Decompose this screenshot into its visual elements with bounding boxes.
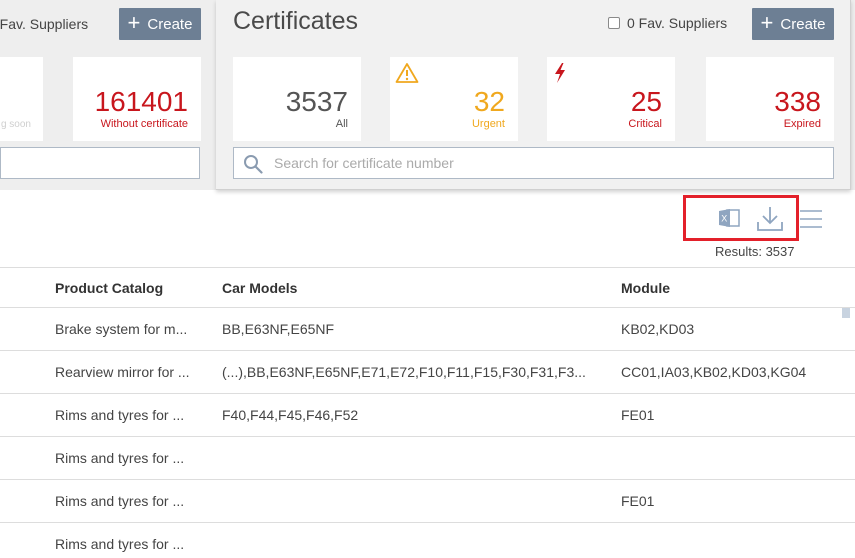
table-row[interactable]: Brake system for m... BB,E63NF,E65NF KB0… — [0, 307, 855, 350]
cell-product: Brake system for m... — [55, 321, 188, 337]
table-row[interactable]: Rims and tyres for ... — [0, 522, 855, 558]
create-certificate-button[interactable]: + Create — [752, 8, 834, 40]
table-row[interactable]: Rearview mirror for ... (...),BB,E63NF,E… — [0, 350, 855, 393]
stat-card-expiring[interactable]: g soon — [0, 57, 43, 141]
plus-icon: + — [127, 10, 141, 35]
stat-label: Critical — [628, 118, 662, 130]
stat-card-urgent[interactable]: 32 Urgent — [390, 57, 518, 141]
cell-module — [621, 437, 841, 479]
results-count: Results: 3537 — [715, 244, 795, 259]
cell-product: Rims and tyres for ... — [55, 493, 185, 509]
cell-module: CC01,IA03,KB02,KD03,KG04 — [621, 364, 807, 380]
stat-label: All — [335, 118, 348, 130]
supplier-search-input[interactable] — [0, 147, 200, 179]
stat-card-expired[interactable]: 338 Expired — [706, 57, 834, 141]
cell-models — [222, 523, 590, 558]
stat-label: Without certificate — [100, 118, 188, 130]
stat-value: 338 — [774, 86, 821, 117]
stat-value: 3537 — [285, 86, 348, 117]
create-label: Create — [147, 15, 193, 33]
cell-module: KB02,KD03 — [621, 321, 695, 337]
svg-text:X: X — [721, 214, 727, 224]
warning-icon — [395, 62, 419, 89]
stat-value: 25 — [630, 86, 662, 117]
excel-export-icon[interactable]: X — [717, 207, 741, 234]
table-row[interactable]: Rims and tyres for ... F40,F44,F45,F46,F… — [0, 393, 855, 436]
cell-product: Rims and tyres for ... — [55, 407, 185, 423]
stat-label: Expired — [783, 118, 821, 130]
cell-models — [222, 480, 590, 522]
cell-module: FE01 — [621, 407, 655, 423]
stat-value: 32 — [473, 86, 505, 117]
cell-models: (...),BB,E63NF,E65NF,E71,E72,F10,F11,F15… — [222, 364, 586, 380]
stat-value: 161401 — [94, 86, 188, 117]
create-supplier-button[interactable]: + Create — [119, 8, 201, 40]
scrollbar-thumb[interactable] — [842, 308, 850, 318]
column-header-module[interactable]: Module — [621, 268, 841, 307]
fav-suppliers-label[interactable]: 0 Fav. Suppliers — [627, 15, 727, 31]
fav-suppliers-checkbox[interactable] — [608, 17, 620, 29]
cell-models — [222, 437, 590, 479]
stat-label-faded: g soon — [0, 119, 31, 130]
download-icon[interactable] — [755, 205, 785, 238]
lightning-icon — [552, 62, 568, 89]
column-header-product-catalog[interactable]: Product Catalog — [55, 268, 195, 307]
certificates-panel: Certificates 0 Fav. Suppliers + Create 3… — [216, 0, 851, 190]
fav-suppliers-label[interactable]: 0 Fav. Suppliers — [0, 16, 88, 32]
stat-card-without-certificate[interactable]: 161401 Without certificate — [73, 57, 201, 141]
search-icon — [243, 154, 263, 179]
cell-models: BB,E63NF,E65NF — [222, 321, 335, 337]
certificates-table: Product Catalog Car Models Module Brake … — [0, 267, 855, 558]
cell-models: F40,F44,F45,F46,F52 — [222, 407, 359, 423]
plus-icon: + — [760, 10, 774, 35]
cell-module: FE01 — [621, 493, 655, 509]
panel-title: Certificates — [233, 7, 359, 35]
suppliers-panel: 0 Fav. Suppliers + Create g soon 161401 … — [0, 0, 214, 188]
cell-product: Rims and tyres for ... — [55, 450, 185, 466]
stat-card-critical[interactable]: 25 Critical — [547, 57, 675, 141]
table-row[interactable]: Rims and tyres for ... FE01 — [0, 479, 855, 522]
cell-product: Rims and tyres for ... — [55, 536, 185, 552]
menu-icon[interactable] — [799, 209, 823, 234]
certificate-search-input[interactable] — [274, 149, 829, 177]
cell-product: Rearview mirror for ... — [55, 364, 190, 380]
stat-label: Urgent — [471, 118, 505, 130]
stat-card-all[interactable]: 3537 All — [233, 57, 361, 141]
table-row[interactable]: Rims and tyres for ... — [0, 436, 855, 479]
certificate-search-box[interactable] — [233, 147, 834, 179]
create-label: Create — [780, 15, 826, 33]
column-header-car-models[interactable]: Car Models — [222, 268, 590, 307]
table-header: Product Catalog Car Models Module — [0, 267, 855, 307]
cell-module — [621, 523, 841, 558]
